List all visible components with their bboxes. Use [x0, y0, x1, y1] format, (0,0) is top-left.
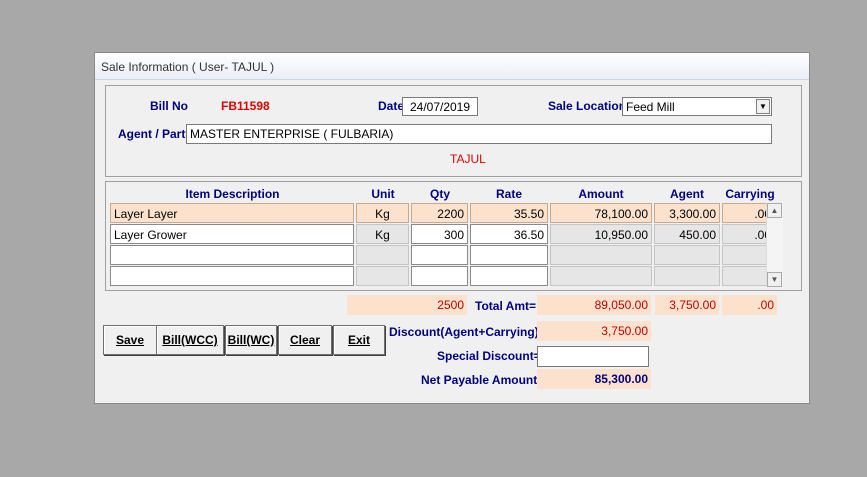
- net-payable-label: Net Payable Amount=: [421, 373, 545, 387]
- window-title: Sale Information ( User- TAJUL ): [101, 60, 275, 74]
- cell-amount: [550, 245, 652, 265]
- bill-no-value: FB11598: [221, 99, 270, 113]
- net-payable-value: 85,300.00: [537, 369, 651, 389]
- agent-party-label: Agent / Party: [118, 127, 193, 141]
- scroll-down-icon[interactable]: ▼: [767, 272, 782, 287]
- col-header-rate: Rate: [495, 187, 522, 201]
- carrying-total: .00: [722, 295, 777, 315]
- special-discount-label: Special Discount=: [437, 349, 541, 363]
- cell-amount: [550, 266, 652, 286]
- col-header-carrying: Carrying: [725, 187, 775, 201]
- sale-location-label: Sale Location: [548, 99, 627, 113]
- agent-party-field[interactable]: MASTER ENTERPRISE ( FULBARIA): [186, 124, 772, 144]
- cell-rate[interactable]: 35.50: [470, 203, 548, 223]
- cell-item-description[interactable]: [110, 245, 354, 265]
- date-field[interactable]: 24/07/2019: [402, 97, 478, 116]
- col-header-agent: Agent: [670, 187, 704, 201]
- col-header-unit: Unit: [371, 187, 395, 201]
- cell-unit: [356, 266, 409, 286]
- col-header-amount: Amount: [578, 187, 624, 201]
- sale-location-select[interactable]: Feed Mill ▼: [622, 97, 772, 116]
- qty-total: 2500: [347, 295, 467, 315]
- cell-agent: 450.00: [654, 224, 720, 244]
- bill-no-label: Bill No: [150, 99, 188, 113]
- date-label: Date: [378, 99, 405, 113]
- sale-information-window: Sale Information ( User- TAJUL ) Bill No…: [94, 52, 810, 404]
- clear-button[interactable]: Clear: [278, 325, 332, 355]
- cell-agent: [654, 245, 720, 265]
- save-button[interactable]: Save: [103, 325, 157, 355]
- title-bar: Sale Information ( User- TAJUL ): [95, 53, 809, 80]
- special-discount-field[interactable]: [537, 346, 649, 367]
- cell-qty[interactable]: [411, 266, 468, 286]
- cell-rate[interactable]: [470, 266, 548, 286]
- col-header-item-description: Item Description: [185, 187, 280, 201]
- cell-rate[interactable]: 36.50: [470, 224, 548, 244]
- grid-scrollbar[interactable]: ▲ ▼: [766, 203, 783, 287]
- exit-button[interactable]: Exit: [333, 325, 385, 355]
- cell-item-description[interactable]: Layer Layer: [110, 203, 354, 223]
- cell-unit: Kg: [356, 224, 409, 244]
- user-name-label: TAJUL: [450, 152, 486, 166]
- bill-wc-button[interactable]: Bill(WC): [225, 325, 277, 355]
- discount-label: Discount(Agent+Carrying)=: [389, 325, 546, 339]
- sale-location-value: Feed Mill: [626, 100, 675, 114]
- bill-wcc-button[interactable]: Bill(WCC): [156, 325, 224, 355]
- col-header-qty: Qty: [429, 187, 450, 201]
- agent-total: 3,750.00: [655, 295, 719, 315]
- total-amount-label: Total Amt=: [475, 299, 537, 313]
- scroll-up-icon[interactable]: ▲: [767, 203, 782, 218]
- cell-qty[interactable]: [411, 245, 468, 265]
- cell-qty[interactable]: 300: [411, 224, 468, 244]
- cell-unit[interactable]: Kg: [356, 203, 409, 223]
- amount-total: 89,050.00: [537, 295, 651, 315]
- cell-qty[interactable]: 2200: [411, 203, 468, 223]
- cell-amount[interactable]: 78,100.00: [550, 203, 652, 223]
- cell-agent: [654, 266, 720, 286]
- cell-unit: [356, 245, 409, 265]
- discount-value: 3,750.00: [537, 321, 651, 341]
- cell-item-description[interactable]: [110, 266, 354, 286]
- cell-agent[interactable]: 3,300.00: [654, 203, 720, 223]
- items-grid: Item Description Unit Qty Rate Amount Ag…: [105, 181, 802, 291]
- cell-amount: 10,950.00: [550, 224, 652, 244]
- cell-rate[interactable]: [470, 245, 548, 265]
- chevron-down-icon[interactable]: ▼: [756, 99, 770, 114]
- cell-item-description[interactable]: Layer Grower: [110, 224, 354, 244]
- header-panel: Bill No FB11598 Date 24/07/2019 Sale Loc…: [105, 85, 802, 177]
